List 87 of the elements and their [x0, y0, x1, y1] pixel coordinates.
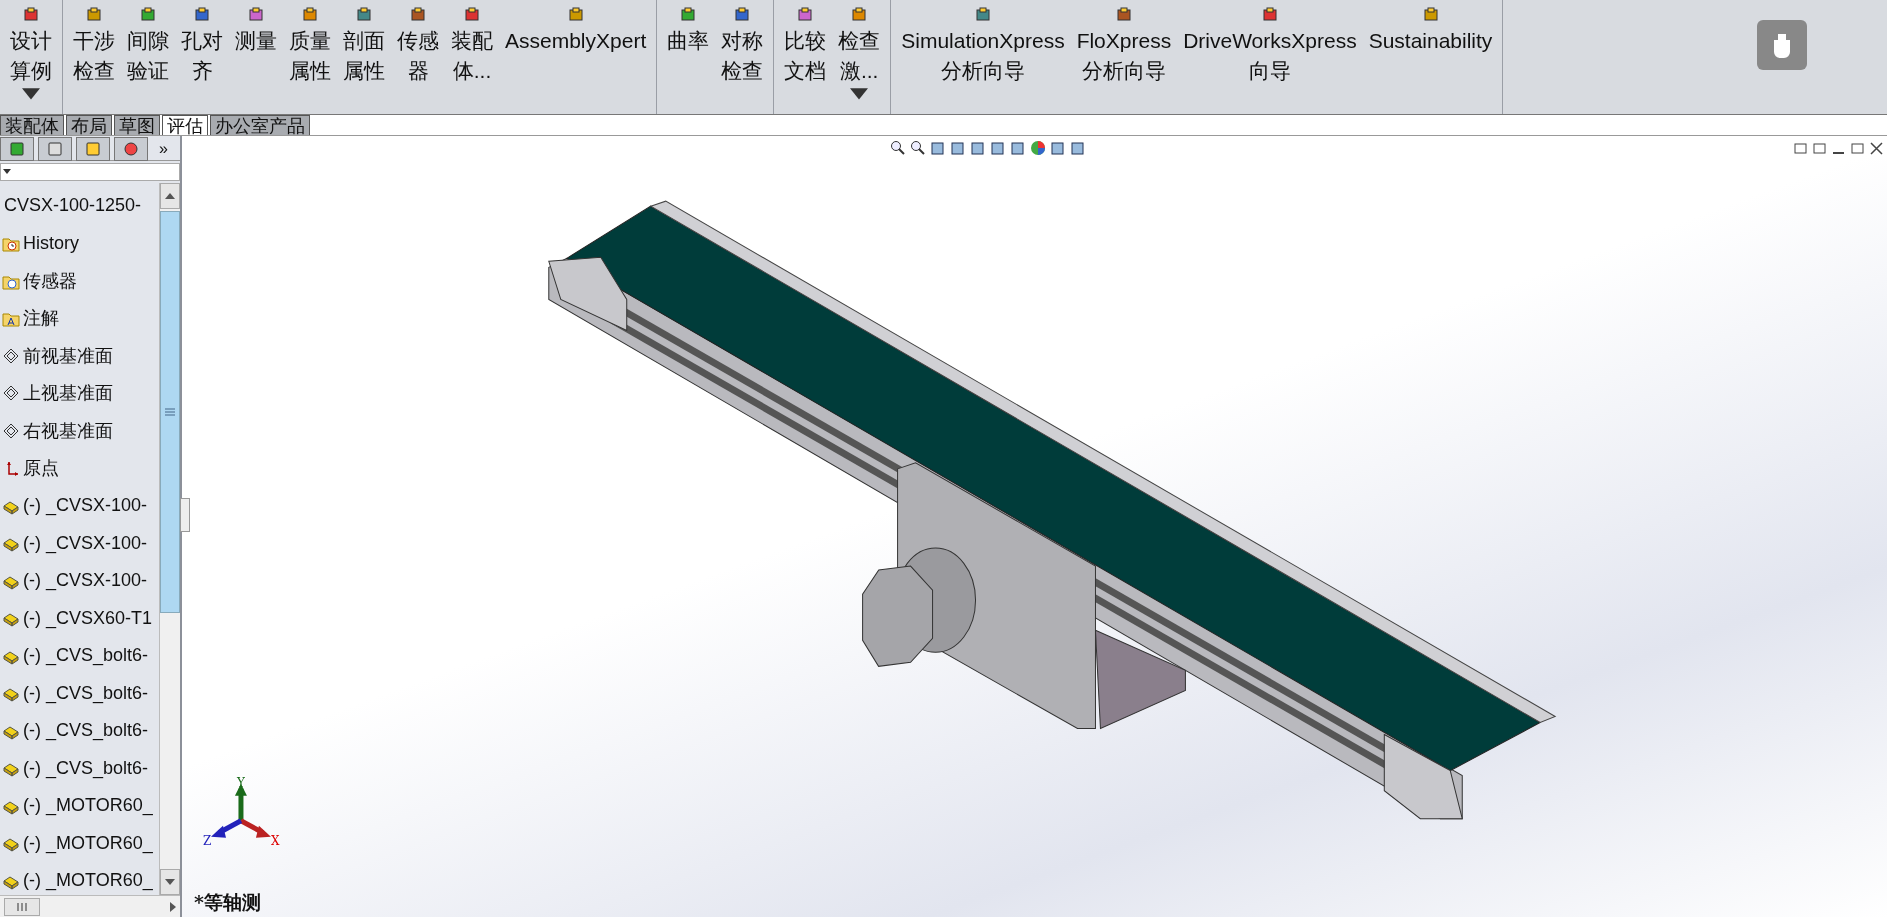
- tab[interactable]: 装配体: [0, 115, 64, 135]
- scroll-down-icon: [165, 879, 175, 885]
- axis-label: Z: [203, 833, 212, 848]
- ribbon-button[interactable]: AssemblyXpert: [499, 6, 653, 56]
- panel-tab[interactable]: [38, 137, 72, 161]
- scroll-right-icon: [170, 902, 176, 912]
- tool-icon: [1421, 6, 1440, 24]
- tree-item[interactable]: (-) _CVS_bolt6-: [0, 712, 159, 750]
- tree-item[interactable]: (-) _CVS_bolt6-: [0, 674, 159, 712]
- ribbon-button[interactable]: 设计 算例: [4, 6, 58, 106]
- ribbon-button[interactable]: 剖面 属性: [337, 6, 391, 86]
- tab[interactable]: 草图: [114, 115, 160, 135]
- tree-item[interactable]: 传感器: [0, 262, 159, 300]
- filter-field[interactable]: [0, 163, 180, 181]
- plane-icon: [2, 421, 20, 440]
- tool-icon: [796, 6, 815, 24]
- grip-icon: [16, 903, 28, 911]
- color-ball-icon[interactable]: [1030, 140, 1046, 156]
- ribbon-button[interactable]: Sustainability: [1362, 6, 1499, 56]
- tree-item[interactable]: (-) _CVS_bolt6-: [0, 749, 159, 787]
- tool-icon: [679, 6, 698, 24]
- tree-item[interactable]: (-) _CVSX60-T1: [0, 599, 159, 637]
- tool-icon: [85, 6, 103, 24]
- restore-icon[interactable]: [1851, 141, 1864, 155]
- expand-button[interactable]: »: [153, 139, 174, 159]
- axis-label: X: [270, 833, 280, 848]
- tool-icon: [139, 6, 157, 24]
- tool-icon: [1260, 6, 1279, 24]
- tool-icon: [22, 6, 40, 24]
- panel-collapse-handle[interactable]: [180, 498, 190, 532]
- scroll-up-icon: [165, 193, 175, 199]
- ribbon-button[interactable]: 孔对 齐: [175, 6, 229, 86]
- plane-icon: [2, 384, 20, 403]
- ribbon-button[interactable]: 干涉 检查: [67, 6, 121, 86]
- tab[interactable]: 办公室产品: [210, 115, 310, 135]
- tree-item[interactable]: (-) _CVSX-100-: [0, 487, 159, 525]
- grip-icon: [165, 407, 175, 417]
- ribbon-button[interactable]: FloXpress 分析向导: [1070, 6, 1178, 86]
- tree-item[interactable]: 右视基准面: [0, 412, 159, 450]
- ribbon-button[interactable]: 检查 激...: [832, 6, 887, 106]
- tree-item[interactable]: 前视基准面: [0, 337, 159, 375]
- zoom-area-icon[interactable]: [910, 140, 926, 156]
- ribbon-button[interactable]: DriveWorksXpress 向导: [1177, 6, 1363, 86]
- plug-icon: [1771, 32, 1793, 58]
- ribbon-button[interactable]: 间隙 验证: [121, 6, 175, 86]
- close-icon[interactable]: [1870, 141, 1883, 155]
- tree-item[interactable]: 上视基准面: [0, 374, 159, 412]
- ribbon-button[interactable]: 装配 体...: [445, 6, 499, 86]
- tab[interactable]: 布局: [66, 115, 112, 135]
- ribbon-button[interactable]: 测量: [229, 6, 283, 56]
- search-icon[interactable]: [890, 140, 906, 156]
- tool-icon: [463, 6, 481, 24]
- panel-tab[interactable]: [76, 137, 110, 161]
- horizontal-scrollbar[interactable]: [0, 895, 180, 917]
- tool-icon: [973, 6, 992, 24]
- tool-icon: [301, 6, 319, 24]
- tree-item[interactable]: (-) _CVS_bolt6-: [0, 637, 159, 675]
- tool-icon: [409, 6, 427, 24]
- ribbon-button[interactable]: 曲率: [661, 6, 716, 56]
- tab[interactable]: 评估: [162, 115, 208, 135]
- panel-tab[interactable]: [114, 137, 148, 161]
- tree-item[interactable]: (-) _CVSX-100-: [0, 562, 159, 600]
- tool-icon: [355, 6, 373, 24]
- tool-icon: [193, 6, 211, 24]
- panel-tab[interactable]: [0, 137, 34, 161]
- tree-item[interactable]: (-) _MOTOR60_: [0, 787, 159, 825]
- plane-icon: [2, 346, 20, 365]
- vertical-scrollbar[interactable]: [159, 183, 180, 895]
- view-name: *等轴测: [194, 890, 261, 915]
- tool-icon: [733, 6, 752, 24]
- tool-icon: [247, 6, 265, 24]
- tree-item[interactable]: 原点: [0, 449, 159, 487]
- ribbon-button[interactable]: SimulationXpress 分析向导: [895, 6, 1071, 86]
- tree-item[interactable]: (-) _MOTOR60_: [0, 824, 159, 862]
- add-in-button[interactable]: [1757, 20, 1807, 70]
- tree-item[interactable]: (-) _CVSX-100-: [0, 524, 159, 562]
- ribbon-button[interactable]: 质量 属性: [283, 6, 337, 86]
- tree-root-item[interactable]: CVSX-100-1250-: [0, 187, 159, 225]
- ribbon-button[interactable]: 对称 检查: [715, 6, 770, 86]
- tool-icon: [1114, 6, 1133, 24]
- tool-icon: [850, 6, 869, 24]
- tool-icon: [566, 6, 585, 24]
- ribbon-button[interactable]: 传感 器: [391, 6, 445, 86]
- tree-item[interactable]: (-) _MOTOR60_: [0, 862, 159, 895]
- ribbon-button[interactable]: 比较 文档: [778, 6, 833, 86]
- tree-item[interactable]: History: [0, 224, 159, 262]
- tree-item[interactable]: 注解: [0, 299, 159, 337]
